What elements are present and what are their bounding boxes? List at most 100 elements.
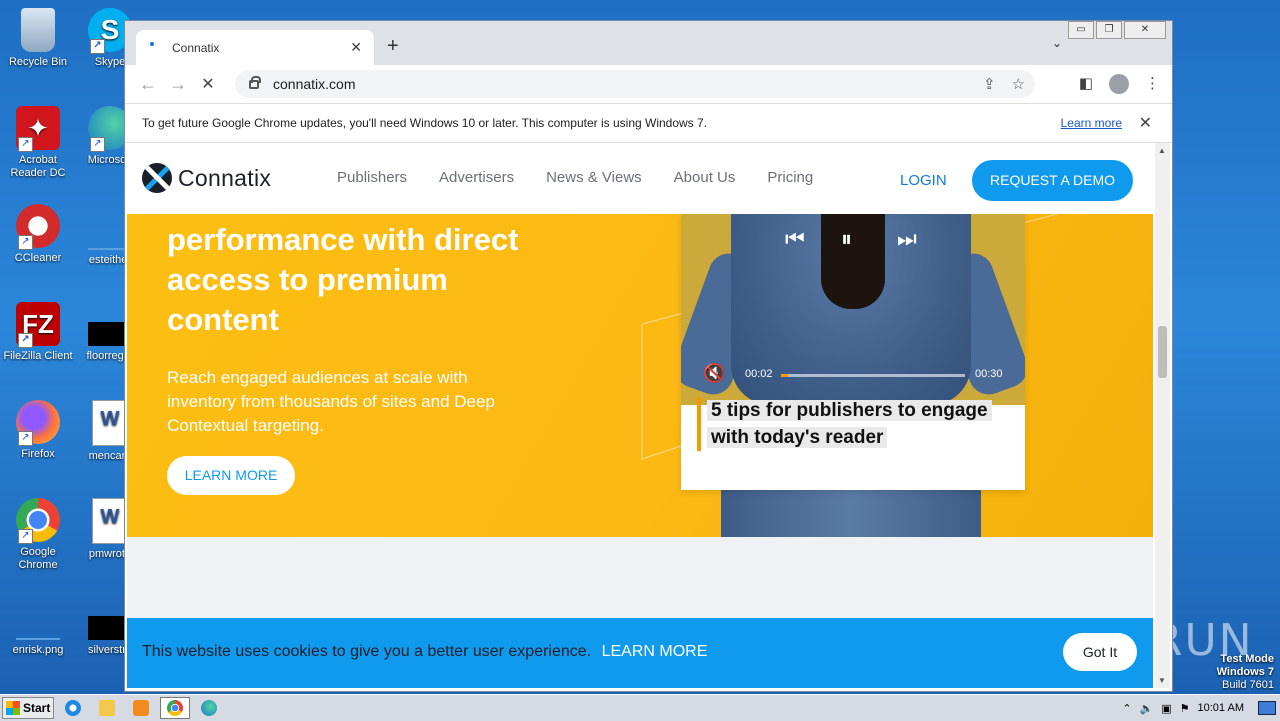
next-track-icon[interactable]: ⏭ — [897, 226, 917, 252]
nav-about-us[interactable]: About Us — [674, 169, 736, 186]
new-tab-button[interactable]: + — [387, 35, 399, 58]
close-window-button[interactable]: ✕ — [1124, 21, 1166, 39]
desktop-icon-ccleaner[interactable]: ↗ CCleaner — [0, 204, 76, 265]
ccleaner-icon: ↗ — [16, 204, 60, 250]
connatix-logo-mark-icon — [142, 163, 172, 193]
video-player[interactable]: ⏮ ⏸ ⏭ 🔇 00:02 00:30 5 tips for publisher… — [681, 214, 1025, 490]
desktop-icon-filezilla[interactable]: FZ ↗ FileZilla Client — [0, 302, 76, 363]
share-icon[interactable]: ⇪ — [983, 75, 996, 93]
show-desktop-button[interactable] — [1258, 701, 1276, 715]
hero-section: performance with direct access to premiu… — [127, 214, 1153, 537]
chrome-icon: ↗ — [16, 498, 60, 544]
taskbar-edge[interactable] — [194, 697, 224, 719]
video-caption[interactable]: 5 tips for publishers to engage with tod… — [697, 397, 1025, 451]
nav-advertisers[interactable]: Advertisers — [439, 169, 514, 186]
cookie-learn-more-link[interactable]: LEARN MORE — [602, 643, 708, 660]
back-arrow-icon[interactable]: ← — [133, 74, 163, 95]
network-icon[interactable]: ▣ — [1161, 702, 1171, 715]
address-url[interactable]: connatix.com — [273, 76, 355, 92]
scroll-down-arrow-icon[interactable]: ▼ — [1158, 676, 1166, 685]
watermark-line3: Build 7601 — [1222, 679, 1274, 691]
video-subject-jeans — [721, 490, 981, 537]
internet-explorer-icon — [65, 700, 81, 716]
video-subject-hair — [821, 214, 885, 309]
side-panel-icon[interactable]: ◧ — [1079, 74, 1093, 94]
toolbar-right: ◧ ⋮ — [1079, 74, 1160, 94]
restore-button[interactable]: ❐ — [1096, 21, 1122, 39]
profile-avatar-icon[interactable] — [1109, 74, 1129, 94]
chrome-window: Connatix ✕ + ⌄ ▭ ❐ ✕ ← → ✕ connatix.com … — [125, 21, 1172, 691]
more-menu-icon[interactable]: ⋮ — [1145, 74, 1160, 94]
page-scrollbar[interactable]: ▲ ▼ — [1155, 143, 1170, 688]
infobar-message: To get future Google Chrome updates, you… — [142, 116, 708, 130]
cookie-got-it-button[interactable]: Got It — [1063, 633, 1137, 671]
start-button[interactable]: Start — [2, 697, 54, 719]
edge-icon — [201, 700, 217, 716]
video-progress-bar[interactable] — [781, 374, 965, 377]
pause-icon[interactable]: ⏸ — [841, 226, 852, 252]
media-player-icon — [133, 700, 149, 716]
tab-search-chevron-icon[interactable]: ⌄ — [1052, 36, 1062, 50]
tray-expand-icon[interactable]: ⌃ — [1122, 702, 1131, 715]
start-label: Start — [23, 701, 51, 715]
request-demo-button[interactable]: REQUEST A DEMO — [972, 160, 1133, 201]
cookie-message: This website uses cookies to give you a … — [142, 643, 707, 661]
volume-icon[interactable]: 🔈 — [1140, 702, 1154, 715]
login-link[interactable]: LOGIN — [900, 172, 947, 189]
image-file-icon — [16, 600, 60, 640]
recycle-bin-icon — [21, 8, 55, 52]
logo-text: Connatix — [178, 164, 272, 191]
video-caption-text: 5 tips for publishers to engage with tod… — [707, 400, 992, 448]
filezilla-icon: FZ ↗ — [16, 302, 60, 348]
close-tab-icon[interactable]: ✕ — [350, 39, 362, 56]
desktop-icon-file-enrisk[interactable]: enrisk.png — [0, 600, 76, 657]
taskbar-media-player[interactable] — [126, 697, 156, 719]
infobar-close-icon[interactable]: ✕ — [1139, 113, 1152, 133]
taskbar-clock[interactable]: 10:01 AM — [1198, 702, 1244, 714]
address-bar[interactable]: connatix.com ⇪ ☆ — [235, 70, 1035, 98]
hero-title: performance with direct access to premiu… — [167, 222, 519, 337]
hero-subtitle: Reach engaged audiences at scale with in… — [167, 368, 495, 435]
forward-arrow-icon[interactable]: → — [163, 74, 193, 95]
cookie-banner: This website uses cookies to give you a … — [127, 618, 1153, 688]
test-mode-watermark: Test Mode Windows 7 Build 7601 — [1217, 653, 1274, 692]
video-duration: 00:30 — [975, 368, 1003, 380]
loading-favicon-icon — [148, 40, 164, 56]
desktop-icon-recycle-bin[interactable]: Recycle Bin — [0, 8, 76, 69]
minimize-button[interactable]: ▭ — [1068, 21, 1094, 39]
desktop-icon-chrome[interactable]: ↗ Google Chrome — [0, 498, 76, 572]
desktop-icon-acrobat[interactable]: ✦ ↗ Acrobat Reader DC — [0, 106, 76, 180]
firefox-icon: ↗ — [16, 400, 60, 446]
scroll-up-arrow-icon[interactable]: ▲ — [1158, 146, 1166, 155]
video-frame[interactable]: ⏮ ⏸ ⏭ 🔇 00:02 00:30 — [681, 214, 1025, 405]
taskbar-ie[interactable] — [58, 697, 88, 719]
taskbar: Start ⌃ 🔈 ▣ ⚑ 10:01 AM — [0, 694, 1280, 721]
scroll-thumb[interactable] — [1158, 326, 1167, 378]
system-tray: ⌃ 🔈 ▣ ⚑ 10:01 AM — [1122, 695, 1280, 721]
site-header: Connatix Publishers Advertisers News & V… — [127, 143, 1153, 214]
previous-track-icon[interactable]: ⏮ — [785, 226, 805, 252]
lock-icon[interactable] — [249, 75, 261, 89]
hero-learn-more-button[interactable]: LEARN MORE — [167, 456, 295, 495]
site-nav: Publishers Advertisers News & Views Abou… — [337, 169, 813, 186]
infobar-learn-more-link[interactable]: Learn more — [1061, 116, 1122, 130]
desktop-icon-firefox[interactable]: ↗ Firefox — [0, 400, 76, 461]
watermark-line1: Test Mode — [1220, 653, 1274, 665]
action-center-flag-icon[interactable]: ⚑ — [1180, 702, 1190, 715]
nav-pricing[interactable]: Pricing — [767, 169, 813, 186]
windows-logo-icon — [6, 701, 20, 715]
stop-loading-icon[interactable]: ✕ — [193, 74, 223, 94]
bookmark-star-icon[interactable]: ☆ — [1012, 75, 1025, 93]
connatix-logo[interactable]: Connatix — [142, 163, 271, 193]
nav-publishers[interactable]: Publishers — [337, 169, 407, 186]
word-document-icon: W — [92, 498, 128, 544]
taskbar-chrome[interactable] — [160, 697, 190, 719]
acrobat-icon: ✦ ↗ — [16, 106, 60, 152]
video-progress-fill — [781, 374, 789, 377]
tab-connatix[interactable]: Connatix ✕ — [136, 30, 374, 65]
chrome-icon — [167, 700, 183, 716]
muted-speaker-icon[interactable]: 🔇 — [703, 363, 725, 384]
taskbar-explorer[interactable] — [92, 697, 122, 719]
nav-news-views[interactable]: News & Views — [546, 169, 642, 186]
folder-icon — [99, 700, 115, 716]
